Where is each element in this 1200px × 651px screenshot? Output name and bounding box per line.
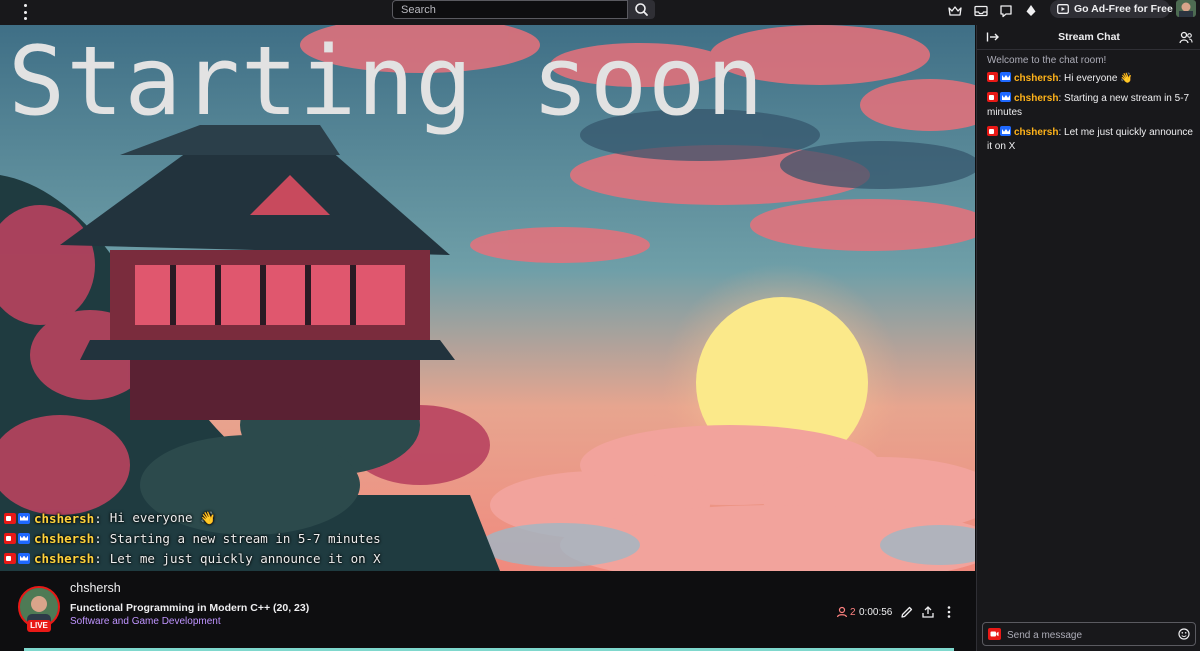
chat-username[interactable]: chshersh [1014,127,1058,138]
broadcaster-badge-icon [4,512,16,524]
chat-input-box [982,622,1196,646]
chat-message: chshersh: Let me just quickly announce i… [987,126,1193,152]
chat-username[interactable]: chshersh [1014,93,1058,104]
more-options-icon[interactable] [942,605,956,619]
overlay-chat-line: chshersh: Hi everyone 👋 [4,508,381,528]
camera-icon[interactable] [988,628,1001,640]
chat-message-input[interactable] [1005,625,1177,645]
overlay-chat-username: chshersh [34,530,95,546]
crown-badge-icon [18,552,30,564]
video-chat-overlay: chshersh: Hi everyone 👋 chshersh: Starti… [4,508,381,568]
broadcaster-badge-icon [4,532,16,544]
users-icon[interactable] [1179,31,1193,44]
share-icon[interactable] [921,605,935,619]
streamer-name[interactable]: chshersh [70,581,121,595]
whispers-icon[interactable] [998,3,1014,19]
stream-category-link[interactable]: Software and Game Development [70,616,221,627]
overlay-chat-username: chshersh [34,550,95,566]
chat-message-list: chshersh: Hi everyone 👋 chshersh: Starti… [987,72,1197,160]
bits-icon[interactable] [1023,3,1039,19]
search-input[interactable] [392,0,628,19]
chat-title: Stream Chat [1058,31,1120,43]
crown-badge-icon[interactable] [1000,72,1011,82]
viewer-count: 2 [836,606,856,618]
overlay-chat-line: chshersh: Starting a new stream in 5-7 m… [4,528,381,548]
broadcaster-badge-icon [4,552,16,564]
overlay-chat-username: chshersh [34,510,95,526]
emote-icon[interactable] [1178,628,1190,640]
overlay-chat-line: chshersh: Let me just quickly announce i… [4,548,381,568]
chat-welcome-message: Welcome to the chat room! [987,55,1107,66]
chat-message: chshersh: Hi everyone 👋 [987,72,1197,86]
live-badge: LIVE [27,620,51,632]
video-player[interactable]: Starting soon chshersh: Hi everyone 👋 ch… [0,25,975,571]
overlay-chat-message: Starting a new stream in 5-7 minutes [109,530,381,546]
overlay-chat-message: Hi everyone 👋 [109,510,216,525]
chat-header: Stream Chat [977,25,1200,50]
viewer-count-value: 2 [850,606,856,618]
search-icon [635,3,648,16]
viewers-icon [836,606,848,618]
crown-badge-icon [18,512,30,524]
chat-message: chshersh: Starting a new stream in 5-7 m… [987,92,1190,118]
broadcaster-badge-icon[interactable] [987,72,998,82]
overlay-chat-message: Let me just quickly announce it on X [109,550,381,566]
go-ad-free-button[interactable]: Go Ad-Free for Free [1050,0,1173,18]
search-button[interactable] [628,0,655,19]
user-avatar[interactable] [1176,0,1196,17]
chat-message-text: Hi everyone 👋 [1064,73,1133,84]
video-overlay-title: Starting soon [8,27,765,137]
crown-icon[interactable] [947,3,963,19]
edit-icon[interactable] [900,605,914,619]
crown-badge-icon [18,532,30,544]
inbox-icon[interactable] [973,3,989,19]
top-navigation-bar: Go Ad-Free for Free [0,0,1200,25]
crown-badge-icon[interactable] [1000,92,1011,102]
broadcaster-badge-icon[interactable] [987,92,998,102]
ad-free-icon [1057,4,1069,14]
crown-badge-icon[interactable] [1000,126,1011,136]
stream-title: Functional Programming in Modern C++ (20… [70,602,310,614]
chat-panel: Stream Chat Welcome to the chat room! ch… [976,25,1200,651]
broadcaster-badge-icon[interactable] [987,126,998,136]
kebab-menu-icon[interactable] [19,3,31,21]
go-ad-free-label: Go Ad-Free for Free [1074,3,1173,15]
stream-info-panel: LIVE chshersh Functional Programming in … [0,571,975,651]
stream-uptime: 0:00:56 [859,607,893,618]
search-bar [392,0,655,19]
chat-username[interactable]: chshersh [1014,73,1058,84]
